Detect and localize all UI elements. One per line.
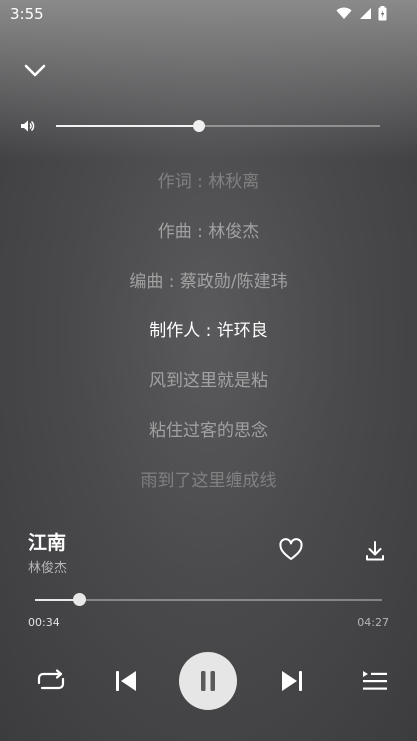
download-button[interactable] — [363, 539, 387, 563]
skip-next-icon — [282, 671, 302, 691]
lyric-line: 作曲 : 林俊杰 — [157, 221, 260, 242]
signal-icon — [360, 8, 371, 19]
heart-icon — [279, 538, 303, 560]
lyric-line: 粘住过客的思念 — [149, 420, 268, 441]
duration-time: 04:27 — [357, 616, 389, 629]
status-bar: 3:55 — [0, 0, 417, 28]
favorite-button[interactable] — [278, 537, 304, 563]
playlist-icon — [363, 671, 387, 690]
play-pause-button[interactable] — [179, 652, 237, 710]
skip-previous-icon — [116, 671, 136, 691]
lyrics-panel[interactable]: 作词 : 林秋离 作曲 : 林俊杰 编曲 : 蔡政勋/陈建玮 制作人 : 许环良… — [0, 166, 417, 515]
repeat-icon — [37, 669, 65, 690]
collapse-button[interactable] — [20, 58, 50, 84]
chevron-down-icon — [24, 64, 46, 77]
status-icons — [336, 6, 387, 21]
volume-thumb[interactable] — [192, 120, 205, 132]
lyric-line: 风到这里就是粘 — [149, 371, 268, 392]
speaker-icon — [21, 120, 35, 132]
progress-slider[interactable] — [35, 593, 382, 606]
repeat-button[interactable] — [34, 666, 68, 696]
next-button[interactable] — [278, 666, 306, 696]
lyric-line: 雨到了这里缠成线 — [140, 470, 277, 491]
lyric-line: 作词 : 林秋离 — [157, 172, 260, 192]
previous-button[interactable] — [112, 666, 140, 696]
pause-icon — [201, 671, 215, 691]
playlist-button[interactable] — [361, 667, 389, 695]
download-icon — [366, 541, 384, 561]
volume-fill — [56, 125, 199, 127]
battery-icon — [378, 6, 387, 21]
status-time: 3:55 — [10, 5, 44, 23]
lyric-line: 编曲 : 蔡政勋/陈建玮 — [129, 271, 288, 292]
volume-slider[interactable] — [56, 120, 380, 132]
lyric-line-current: 制作人 : 许环良 — [149, 321, 268, 342]
progress-thumb[interactable] — [73, 593, 87, 606]
song-artist[interactable]: 林俊杰 — [28, 557, 67, 576]
song-title: 江南 — [28, 532, 67, 554]
current-time: 00:34 — [28, 616, 60, 629]
wifi-icon — [336, 7, 352, 19]
